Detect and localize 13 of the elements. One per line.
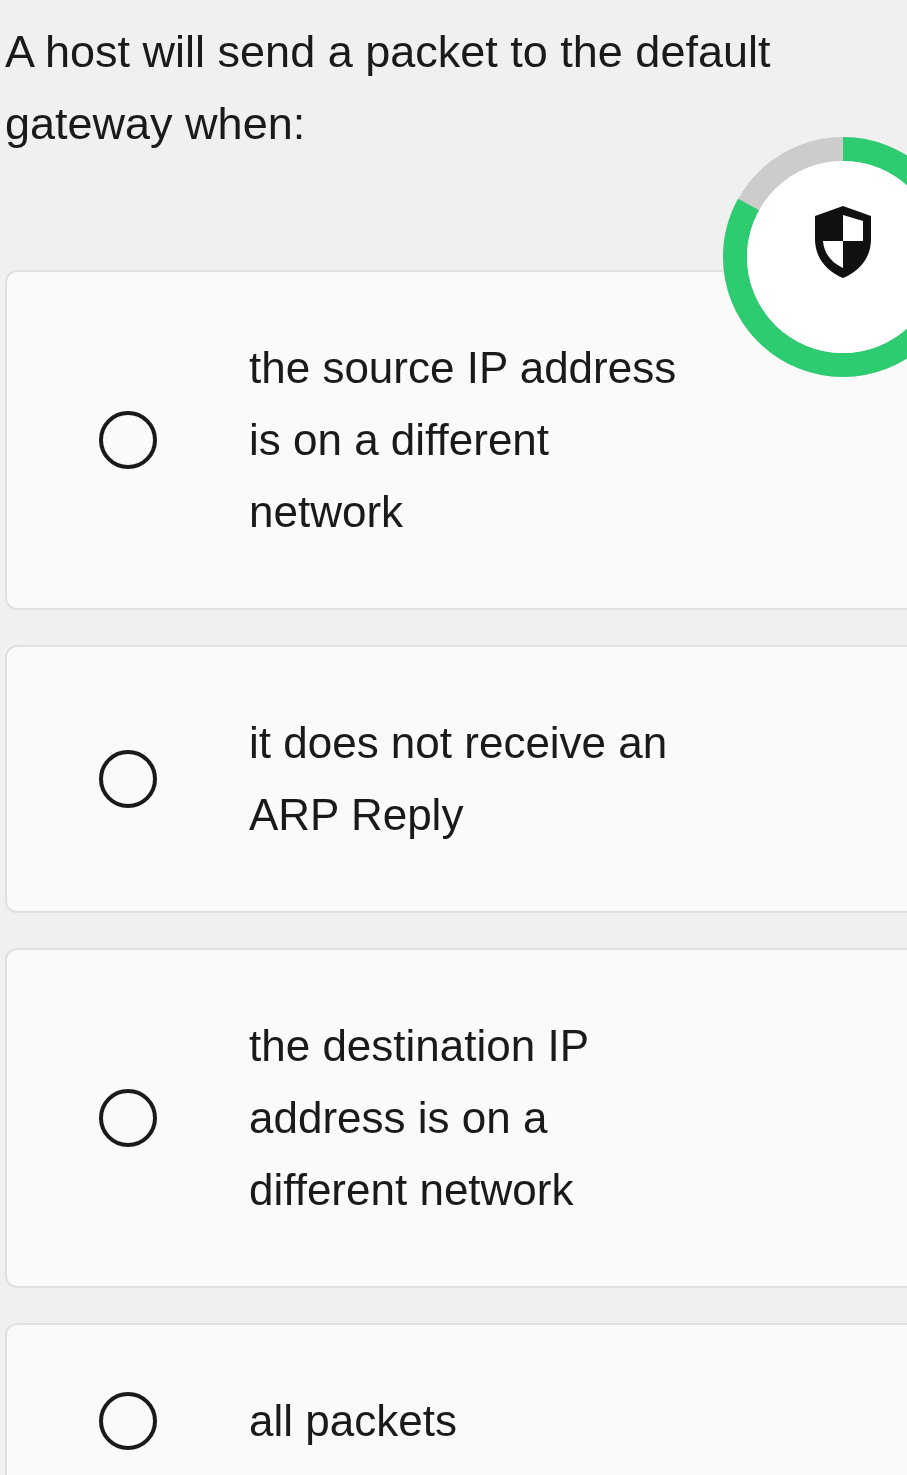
radio-button[interactable] bbox=[99, 411, 157, 469]
option-text: it does not receive an ARP Reply bbox=[249, 717, 669, 841]
option-text: the source IP address is on a different network bbox=[249, 342, 678, 538]
answer-option[interactable]: it does not receive an ARP Reply bbox=[5, 645, 907, 913]
answer-option[interactable]: the destination IP address is on a different network bbox=[5, 948, 907, 1288]
option-text: all packets bbox=[249, 1395, 458, 1447]
answer-option[interactable]: the source IP address is on a different network bbox=[5, 270, 907, 610]
question-text: A host will send a packet to the default gateway when: bbox=[5, 25, 772, 151]
radio-button[interactable] bbox=[99, 750, 157, 808]
radio-button[interactable] bbox=[99, 1392, 157, 1450]
answer-option[interactable]: all packets bbox=[5, 1323, 907, 1475]
radio-button[interactable] bbox=[99, 1089, 157, 1147]
option-text: the destination IP address is on a different network bbox=[249, 1020, 590, 1216]
